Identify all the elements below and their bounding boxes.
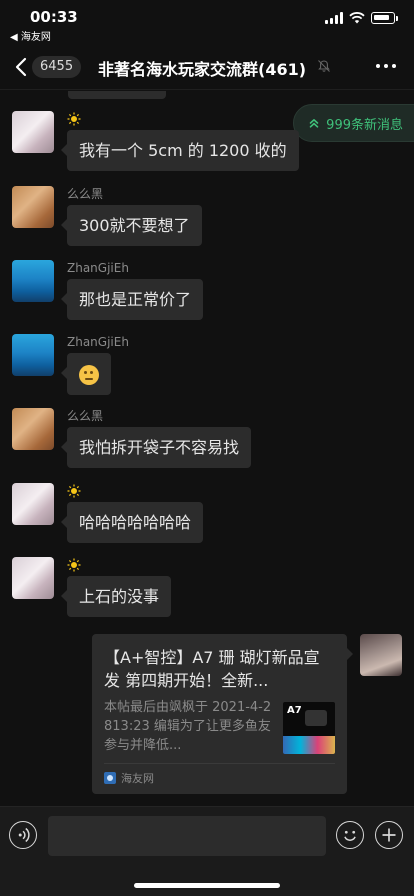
- chat-header: 6455 非著名海水玩家交流群(461): [0, 44, 414, 90]
- more-options-icon[interactable]: [376, 64, 396, 68]
- message-item: 我有一个 5cm 的 1200 收的: [12, 111, 299, 171]
- message-list[interactable]: 我有一个 5cm 的 1200 收的 么么黑 300就不要想了 ZhanGjiE…: [0, 91, 414, 806]
- plus-icon[interactable]: [375, 821, 403, 849]
- my-avatar[interactable]: [360, 634, 402, 676]
- previous-message-bubble: [68, 91, 166, 99]
- card-divider: [104, 763, 335, 764]
- message-bubble[interactable]: 300就不要想了: [61, 205, 202, 246]
- avatar[interactable]: [12, 557, 54, 599]
- sender-name: [67, 111, 299, 127]
- battery-nub: [396, 15, 398, 21]
- battery-icon: [371, 12, 395, 24]
- emoji-icon[interactable]: [336, 821, 364, 849]
- link-card-source: 海友网: [104, 770, 335, 786]
- avatar[interactable]: [12, 408, 54, 450]
- sun-icon: [67, 112, 81, 126]
- status-time: 00:33: [30, 8, 78, 26]
- status-bar: 00:33 ◀ 海友网: [0, 0, 414, 44]
- light-glow-image: [283, 736, 335, 754]
- message-bubble[interactable]: 我怕拆开袋子不容易找: [60, 427, 252, 468]
- message-item: 上石的没事: [12, 557, 172, 617]
- message-item: ZhanGjiEh: [12, 334, 129, 395]
- sender-name: ZhanGjiEh: [67, 261, 129, 275]
- message-bubble[interactable]: 哈哈哈哈哈哈哈: [60, 502, 204, 543]
- avatar[interactable]: [12, 260, 54, 302]
- chat-title: 非著名海水玩家交流群(461): [98, 60, 307, 79]
- sun-icon: [67, 558, 81, 572]
- thinking-face-icon: [79, 364, 99, 385]
- status-icons: [325, 12, 398, 24]
- message-item: 么么黑 我怕拆开袋子不容易找: [12, 408, 252, 468]
- message-item: 哈哈哈哈哈哈哈: [12, 483, 204, 543]
- sender-name: 么么黑: [67, 187, 104, 201]
- input-bar: [0, 806, 414, 896]
- unread-count-badge[interactable]: 6455: [32, 56, 82, 78]
- message-bubble[interactable]: 我有一个 5cm 的 1200 收的: [61, 130, 299, 171]
- message-item: 么么黑 300就不要想了: [12, 186, 202, 246]
- home-indicator[interactable]: [134, 883, 280, 888]
- message-bubble[interactable]: [61, 353, 111, 395]
- avatar[interactable]: [12, 186, 54, 228]
- avatar[interactable]: [12, 111, 54, 153]
- mute-bell-icon: [318, 60, 330, 72]
- link-card-title: 【A+智控】A7 珊 瑚灯新品宣发 第四期开始！全新...: [104, 648, 320, 690]
- message-bubble[interactable]: 那也是正常价了: [60, 279, 204, 320]
- sender-name: [67, 557, 171, 573]
- link-card-description: 本帖最后由飒枫于 2021-4-2813:23 编辑为了让更多鱼友参与并降低..…: [104, 700, 272, 753]
- light-device-image: [305, 710, 327, 726]
- source-name: 海友网: [121, 772, 154, 785]
- message-item: ZhanGjiEh 那也是正常价了: [12, 260, 204, 320]
- message-input[interactable]: [48, 816, 326, 856]
- wifi-icon: [349, 12, 365, 24]
- link-card[interactable]: 【A+智控】A7 珊 瑚灯新品宣发 第四期开始！全新... 本帖最后由飒枫于 2…: [92, 634, 353, 794]
- back-to-app-link[interactable]: ◀ 海友网: [10, 28, 51, 43]
- link-card-thumbnail: A7: [283, 702, 335, 754]
- message-bubble[interactable]: 上石的没事: [60, 576, 172, 617]
- sun-icon: [67, 484, 81, 498]
- site-logo-icon: [104, 772, 116, 784]
- thumbnail-label: A7: [287, 705, 302, 716]
- sender-name: 么么黑: [67, 409, 104, 423]
- sender-name: ZhanGjiEh: [67, 335, 129, 349]
- avatar[interactable]: [12, 334, 54, 376]
- cellular-signal-icon: [325, 12, 343, 24]
- sender-name: [67, 483, 203, 499]
- avatar[interactable]: [12, 483, 54, 525]
- my-message-item: 【A+智控】A7 珊 瑚灯新品宣发 第四期开始！全新... 本帖最后由飒枫于 2…: [92, 634, 402, 794]
- back-icon[interactable]: [10, 54, 34, 80]
- voice-input-icon[interactable]: [9, 821, 37, 849]
